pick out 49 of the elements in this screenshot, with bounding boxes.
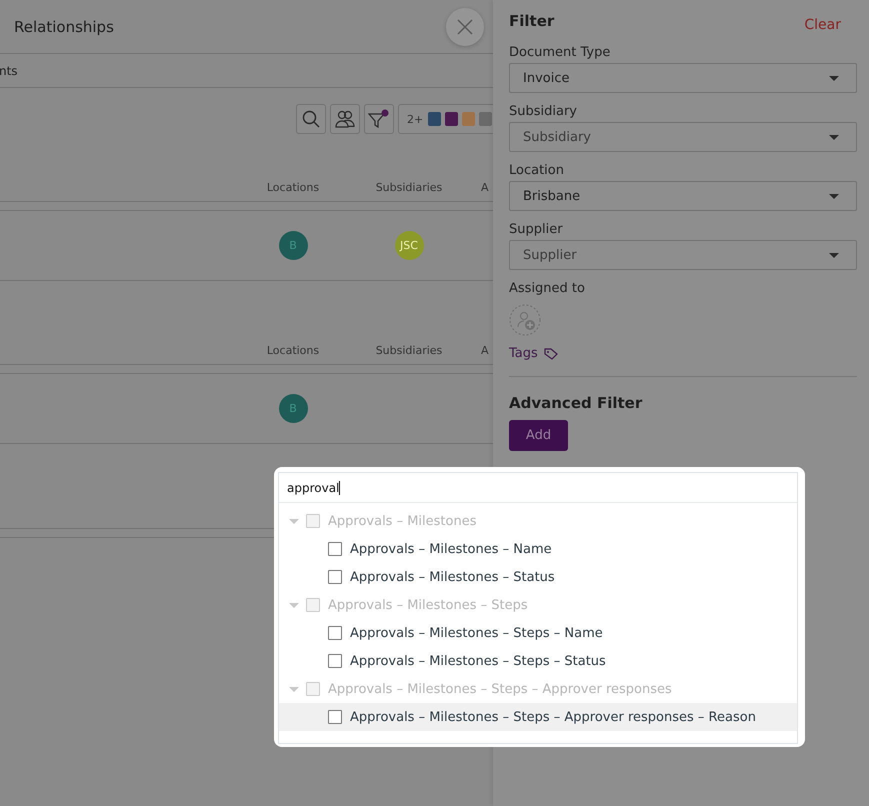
avatar: JSC	[394, 231, 424, 260]
dropdown[interactable]: Subsidiary	[509, 122, 857, 152]
field-label: Subsidiary	[509, 104, 578, 121]
tags-button[interactable]: Tags	[509, 346, 558, 361]
search-field[interactable]: approval	[279, 473, 797, 503]
filter-title: Filter	[509, 12, 554, 30]
caret-icon	[829, 194, 839, 198]
option-label: Approvals – Milestones – Status	[350, 570, 555, 584]
option-label: Approvals – Milestones – Name	[350, 542, 552, 556]
column-header: A	[480, 344, 490, 357]
tab[interactable]: nts	[0, 64, 18, 78]
count-label: 2+	[407, 112, 424, 126]
dropdown[interactable]: Supplier	[509, 240, 857, 270]
filter-button[interactable]	[364, 104, 394, 134]
column-header: Locations	[266, 344, 320, 357]
add-button[interactable]: Add	[509, 420, 568, 451]
field-label: Assigned to	[509, 281, 586, 298]
clear-button[interactable]: Clear	[804, 17, 857, 33]
section-title: Advanced Filter	[509, 394, 644, 412]
column-header: Locations	[266, 181, 320, 194]
caret-icon	[829, 76, 839, 80]
people-button[interactable]	[330, 104, 360, 134]
field-label: Location	[509, 163, 565, 180]
option-label: Approvals – Milestones – Steps – Approver responses	[328, 682, 672, 696]
tag-icon	[544, 348, 558, 360]
option-label: Approvals – Milestones	[328, 514, 476, 528]
add-person-icon	[509, 304, 541, 336]
field-label: Document Type	[509, 45, 612, 62]
caret-icon	[829, 134, 839, 140]
column-header: A	[480, 181, 490, 194]
filter-icon	[368, 109, 390, 129]
option-label: Approvals – Milestones – Steps – Name	[350, 626, 603, 640]
tag-filter-button[interactable]: 2+	[398, 104, 493, 134]
dropdown[interactable]: Invoice	[509, 63, 857, 93]
field-label: Supplier	[509, 222, 564, 239]
option-label: Approvals – Milestones – Steps – Status	[350, 654, 606, 668]
avatar: B	[278, 231, 308, 260]
page-title: Relationships	[14, 18, 114, 36]
search-button[interactable]	[296, 104, 326, 134]
option-label: Approvals – Milestones – Steps – Approver responses – Reason	[350, 710, 756, 724]
column-header: Subsidiaries	[374, 344, 444, 357]
column-header: Subsidiaries	[374, 181, 444, 194]
avatar: B	[278, 394, 308, 423]
close-icon	[457, 19, 473, 35]
option-label: Approvals – Milestones – Steps	[328, 598, 528, 612]
search-icon	[302, 110, 320, 128]
dropdown[interactable]: Brisbane	[509, 181, 857, 211]
caret-icon	[829, 252, 839, 258]
people-icon	[335, 110, 355, 128]
